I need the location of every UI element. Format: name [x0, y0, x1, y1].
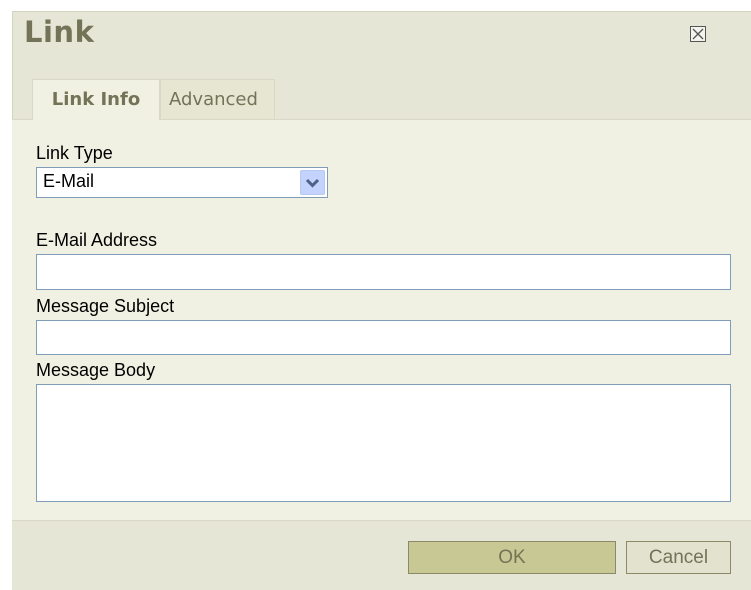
message-body-label: Message Body [36, 360, 156, 380]
close-button[interactable] [690, 26, 706, 42]
message-body-textarea[interactable] [36, 384, 731, 502]
email-address-label: E-Mail Address [36, 230, 158, 250]
message-subject-input[interactable] [36, 320, 731, 355]
tab-link-info[interactable]: Link Info [32, 79, 160, 120]
dialog-title: Link [24, 15, 95, 49]
close-icon [692, 28, 704, 40]
ok-button[interactable]: OK [408, 541, 616, 574]
chevron-down-icon [305, 178, 320, 188]
link-type-select[interactable]: E-Mail [36, 167, 328, 198]
link-type-value: E-Mail [43, 171, 95, 191]
tab-advanced[interactable]: Advanced [160, 79, 275, 119]
cancel-button[interactable]: Cancel [626, 541, 731, 574]
email-address-input[interactable] [36, 254, 731, 290]
link-type-label: Link Type [36, 143, 113, 163]
dropdown-arrow-button[interactable] [300, 170, 325, 195]
message-subject-label: Message Subject [36, 296, 175, 316]
